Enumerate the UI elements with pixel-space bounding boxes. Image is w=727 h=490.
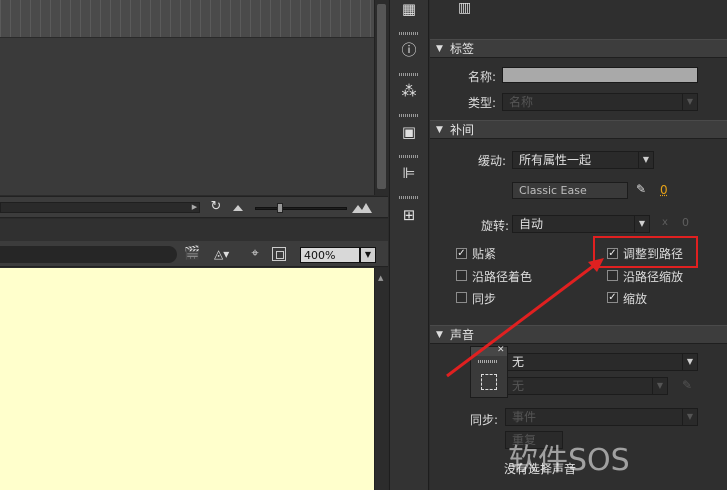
timeline-frames[interactable] — [0, 0, 374, 38]
sound-sync-dropdown[interactable]: 事件 ▼ — [505, 408, 698, 426]
zoom-out-mountain-icon[interactable] — [233, 205, 243, 211]
sound-sync-value: 事件 — [512, 410, 537, 424]
sound-effect-value: 无 — [512, 379, 525, 393]
loop-icon[interactable]: ↻ — [208, 199, 224, 215]
close-icon[interactable]: ✕ — [497, 346, 505, 355]
timeline-zoom-slider[interactable] — [255, 207, 347, 210]
ease-label: 缓动: — [477, 154, 506, 168]
section-sound-title: 声音 — [450, 328, 475, 342]
chevron-down-icon: ▼ — [682, 354, 697, 370]
symbol-instance-icon: ▥ — [458, 0, 472, 16]
panel-grip[interactable] — [399, 73, 419, 76]
section-tween-title: 补间 — [450, 123, 475, 137]
color-along-path-label: 沿路径着色 — [472, 270, 533, 284]
rotate-label: 旋转: — [480, 219, 509, 233]
align-grid-icon[interactable]: ▦ — [399, 0, 419, 18]
clip-content-icon[interactable] — [272, 247, 286, 261]
edit-symbols-icon[interactable]: ◬▾ — [214, 247, 236, 261]
color-along-path-checkbox[interactable] — [456, 270, 467, 281]
name-field[interactable] — [502, 67, 698, 83]
rotate-count[interactable]: 0 — [682, 216, 692, 229]
ease-preset-button[interactable]: Classic Ease — [512, 182, 628, 199]
type-dropdown[interactable]: 名称 ▼ — [502, 93, 698, 111]
scale-label: 缩放 — [623, 292, 648, 306]
panel-grip[interactable] — [478, 360, 498, 363]
name-label: 名称: — [467, 70, 496, 84]
highlight-box — [593, 236, 698, 268]
watermark-text: 软件SOS — [508, 443, 630, 478]
panel-grip[interactable] — [399, 114, 419, 117]
zoom-level-input[interactable]: 400% — [300, 247, 360, 263]
collapse-triangle-icon[interactable]: ▼ — [436, 40, 443, 58]
chevron-down-icon: ▼ — [634, 216, 649, 232]
free-transform-icon[interactable] — [481, 374, 497, 390]
scroll-up-arrow-icon[interactable]: ▲ — [378, 274, 383, 282]
stage-tab-bar — [0, 219, 388, 241]
transform-panel-icon[interactable]: ▣ — [399, 123, 419, 141]
stage-vertical-scrollbar[interactable]: ▲ — [374, 268, 388, 490]
rotate-dropdown[interactable]: 自动 ▼ — [512, 215, 650, 233]
sync-checkbox[interactable] — [456, 292, 467, 303]
edit-scene-icon[interactable]: 🎬 — [184, 247, 204, 261]
section-label-header[interactable]: ▼ 标签 — [430, 39, 727, 58]
chevron-down-icon: ▼ — [652, 378, 667, 394]
components-icon[interactable]: ⊞ — [399, 206, 419, 224]
align-left-icon[interactable]: ⊫ — [399, 164, 419, 182]
pencil-icon[interactable]: ✎ — [636, 182, 650, 198]
type-label: 类型: — [467, 96, 496, 110]
section-label-title: 标签 — [450, 42, 475, 56]
timeline-zoom-thumb[interactable] — [277, 203, 283, 213]
sound-sync-label: 同步: — [469, 413, 498, 427]
snap-label: 贴紧 — [472, 247, 497, 261]
scrollbar-thumb[interactable] — [377, 4, 386, 189]
zoom-in-mountain-icon[interactable] — [352, 203, 372, 213]
scale-checkbox[interactable]: ✓ — [607, 292, 618, 303]
chevron-down-icon: ▼ — [682, 94, 697, 110]
scene-breadcrumb — [0, 246, 177, 263]
sync-label: 同步 — [472, 292, 497, 306]
center-stage-icon[interactable]: ⌖ — [248, 247, 262, 261]
stage-canvas[interactable] — [0, 268, 374, 490]
ease-amount[interactable]: 0 — [660, 183, 672, 199]
snap-checkbox[interactable]: ✓ — [456, 248, 467, 259]
timeline-horizontal-scrollbar[interactable] — [0, 202, 200, 213]
sound-name-value: 无 — [512, 355, 525, 369]
info-icon[interactable]: ⓘ — [399, 41, 419, 59]
panel-grip[interactable] — [399, 32, 419, 35]
zoom-dropdown-arrow-icon[interactable]: ▼ — [360, 247, 376, 263]
section-tween-header[interactable]: ▼ 补间 — [430, 120, 727, 139]
pencil-icon[interactable]: ✎ — [682, 378, 696, 394]
ease-target-dropdown[interactable]: 所有属性一起 ▼ — [512, 151, 654, 169]
panel-grip[interactable] — [399, 196, 419, 199]
panel-icon-strip: ▦ ⓘ ⁂ ▣ ⊫ ⊞ — [389, 0, 429, 490]
scale-along-path-label: 沿路径缩放 — [623, 270, 684, 284]
collapse-triangle-icon[interactable]: ▼ — [436, 326, 443, 344]
panel-grip[interactable] — [399, 155, 419, 158]
timeline-vertical-scrollbar[interactable] — [374, 0, 388, 195]
scale-along-path-checkbox[interactable] — [607, 270, 618, 281]
chevron-down-icon: ▼ — [682, 409, 697, 425]
chevron-down-icon: ▼ — [638, 152, 653, 168]
section-sound-header[interactable]: ▼ 声音 — [430, 325, 727, 344]
scroll-right-arrow-icon[interactable]: ▶ — [190, 203, 199, 212]
swatches-icon[interactable]: ⁂ — [399, 82, 419, 100]
collapse-triangle-icon[interactable]: ▼ — [436, 121, 443, 139]
ease-target-value: 所有属性一起 — [519, 153, 592, 167]
sound-name-dropdown[interactable]: 无 ▼ — [505, 353, 698, 371]
sound-effect-dropdown[interactable]: 无 ▼ — [505, 377, 668, 395]
type-value: 名称 — [509, 95, 534, 109]
rotate-value: 自动 — [519, 217, 544, 231]
rotate-times-symbol: x — [662, 217, 668, 228]
